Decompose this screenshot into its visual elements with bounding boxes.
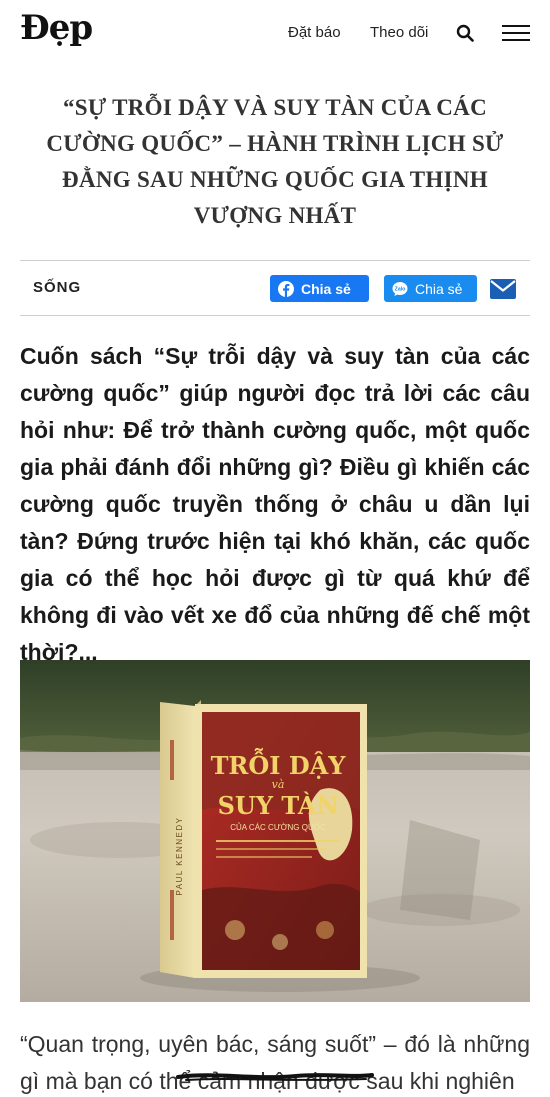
site-header: Đẹp Đặt báo Theo dõi	[0, 0, 550, 66]
facebook-share-button[interactable]: Chia sẻ	[270, 275, 369, 302]
svg-text:Zalo: Zalo	[395, 286, 406, 292]
share-bar: SỐNG Chia sẻ Zalo Chia sẻ	[20, 260, 530, 316]
article-lead: Cuốn sách “Sự trỗi dậy và suy tàn của cá…	[20, 343, 530, 665]
subscribe-link[interactable]: Đặt báo	[288, 24, 341, 41]
zalo-share-button[interactable]: Zalo Chia sẻ	[384, 275, 477, 302]
book-photo: TRỖI DẬY và SUY TÀN CỦA CÁC CƯỜNG QUỐC P…	[20, 660, 530, 1002]
zalo-icon: Zalo	[392, 281, 408, 296]
book-subtitle: CỦA CÁC CƯỜNG QUỐC	[230, 822, 326, 832]
facebook-icon	[278, 280, 294, 297]
email-share-icon[interactable]	[489, 278, 517, 300]
article-title: “SỰ TRỖI DẬY VÀ SUY TÀN CỦA CÁC CƯỜNG QU…	[46, 95, 504, 228]
pen-scribble	[176, 1073, 374, 1081]
follow-link[interactable]: Theo dõi	[370, 24, 428, 41]
category-link[interactable]: SỐNG	[33, 279, 81, 296]
site-logo[interactable]: Đẹp	[20, 8, 93, 48]
hamburger-menu-icon[interactable]	[502, 24, 530, 42]
book-title-line-1: TRỖI DẬY	[211, 747, 347, 780]
facebook-share-label: Chia sẻ	[301, 280, 351, 297]
zalo-share-label: Chia sẻ	[415, 280, 463, 297]
book-title-line-2: SUY TÀN	[218, 791, 339, 820]
search-icon[interactable]	[456, 24, 474, 42]
article-body-paragraph: “Quan trọng, uyên bác, sáng suốt” – đó l…	[20, 1031, 530, 1094]
book-author: PAUL KENNEDY	[175, 817, 184, 896]
book-title-and: và	[272, 778, 285, 791]
